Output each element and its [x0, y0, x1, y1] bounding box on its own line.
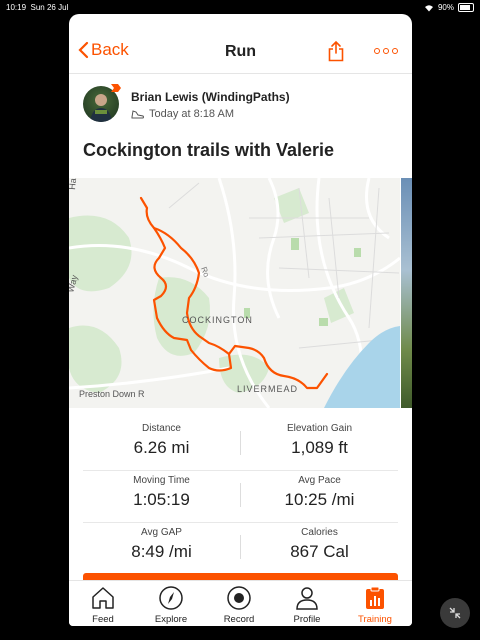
page-title: Run [224, 43, 257, 60]
map-label-cockington: COCKINGTON [182, 315, 253, 325]
activity-time: Today at 8:18 AM [131, 108, 234, 120]
activity-title: Cockington trails with Valerie [83, 140, 335, 160]
calendar-chart-icon [366, 586, 384, 609]
stat-moving-time: Moving Time 1:05:19 [133, 475, 190, 509]
battery-icon [458, 3, 474, 12]
photo-thumbnail[interactable] [401, 178, 412, 408]
status-bar: 10:19 Sun 26 Jul 90% [0, 0, 480, 14]
map-label-livermead: LIVERMEAD [237, 384, 298, 394]
home-icon [92, 587, 114, 609]
stat-calories: Calories 867 Cal [290, 527, 349, 561]
athlete-name[interactable]: Brian Lewis (WindingPaths) [131, 90, 290, 104]
share-icon[interactable] [327, 40, 345, 62]
status-time-date: 10:19 Sun 26 Jul [6, 3, 69, 12]
tab-record[interactable]: Record [205, 581, 273, 626]
collapse-arrows-icon [449, 607, 461, 619]
stat-avg-gap: Avg GAP 8:49 /mi [131, 527, 192, 561]
record-icon [227, 586, 251, 610]
route-map[interactable]: COCKINGTON LIVERMEAD Preston Down R Way … [69, 178, 400, 408]
collapse-window-button[interactable] [440, 598, 470, 628]
tab-profile[interactable]: Profile [273, 581, 341, 626]
map-canvas: COCKINGTON LIVERMEAD Preston Down R Way … [69, 178, 400, 408]
stats-row: Moving Time 1:05:19 Avg Pace 10:25 /mi [83, 471, 398, 523]
stats-row: Distance 6.26 mi Elevation Gain 1,089 ft [83, 419, 398, 471]
nav-bar: Back Run [69, 14, 412, 74]
activity-screen: Back Run Brian Lewis (WindingPaths) Toda… [69, 14, 412, 626]
wifi-icon [424, 4, 433, 11]
tab-training[interactable]: Training [341, 581, 409, 626]
map-label-preston: Preston Down R [79, 389, 145, 399]
stat-distance: Distance 6.26 mi [133, 423, 190, 457]
tab-feed[interactable]: Feed [69, 581, 137, 626]
subscriber-badge-icon [111, 84, 121, 92]
tab-bar: Feed Explore Record Profile Training [69, 580, 412, 626]
stats-row: Avg GAP 8:49 /mi Calories 867 Cal [83, 523, 398, 575]
stat-elevation-gain: Elevation Gain 1,089 ft [286, 423, 353, 457]
stat-avg-pace: Avg Pace 10:25 /mi [284, 475, 355, 509]
more-options-button[interactable] [374, 48, 398, 54]
battery-percent: 90% [437, 3, 454, 12]
tab-explore[interactable]: Explore [137, 581, 205, 626]
compass-icon [159, 586, 183, 610]
person-icon [296, 587, 318, 610]
map-label-ha: Ha [69, 178, 78, 190]
run-shoe-icon [131, 110, 144, 119]
